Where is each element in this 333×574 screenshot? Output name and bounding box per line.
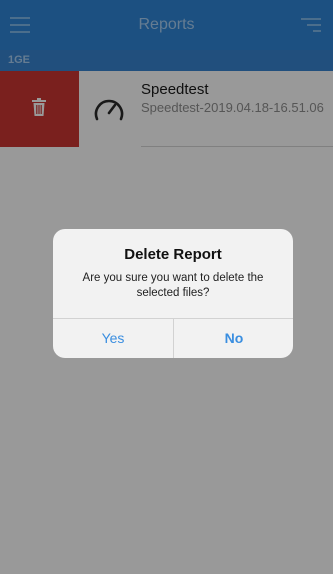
yes-button[interactable]: Yes [53,319,173,358]
dialog-title: Delete Report [124,246,222,263]
dialog-message: Are you sure you want to delete the sele… [82,272,264,299]
no-button[interactable]: No [174,319,293,358]
delete-report-dialog: Delete Report Are you sure you want to d… [53,229,293,358]
reports-screen: Reports 1GE Speedtest Speedtest-2019.04.… [0,0,333,574]
